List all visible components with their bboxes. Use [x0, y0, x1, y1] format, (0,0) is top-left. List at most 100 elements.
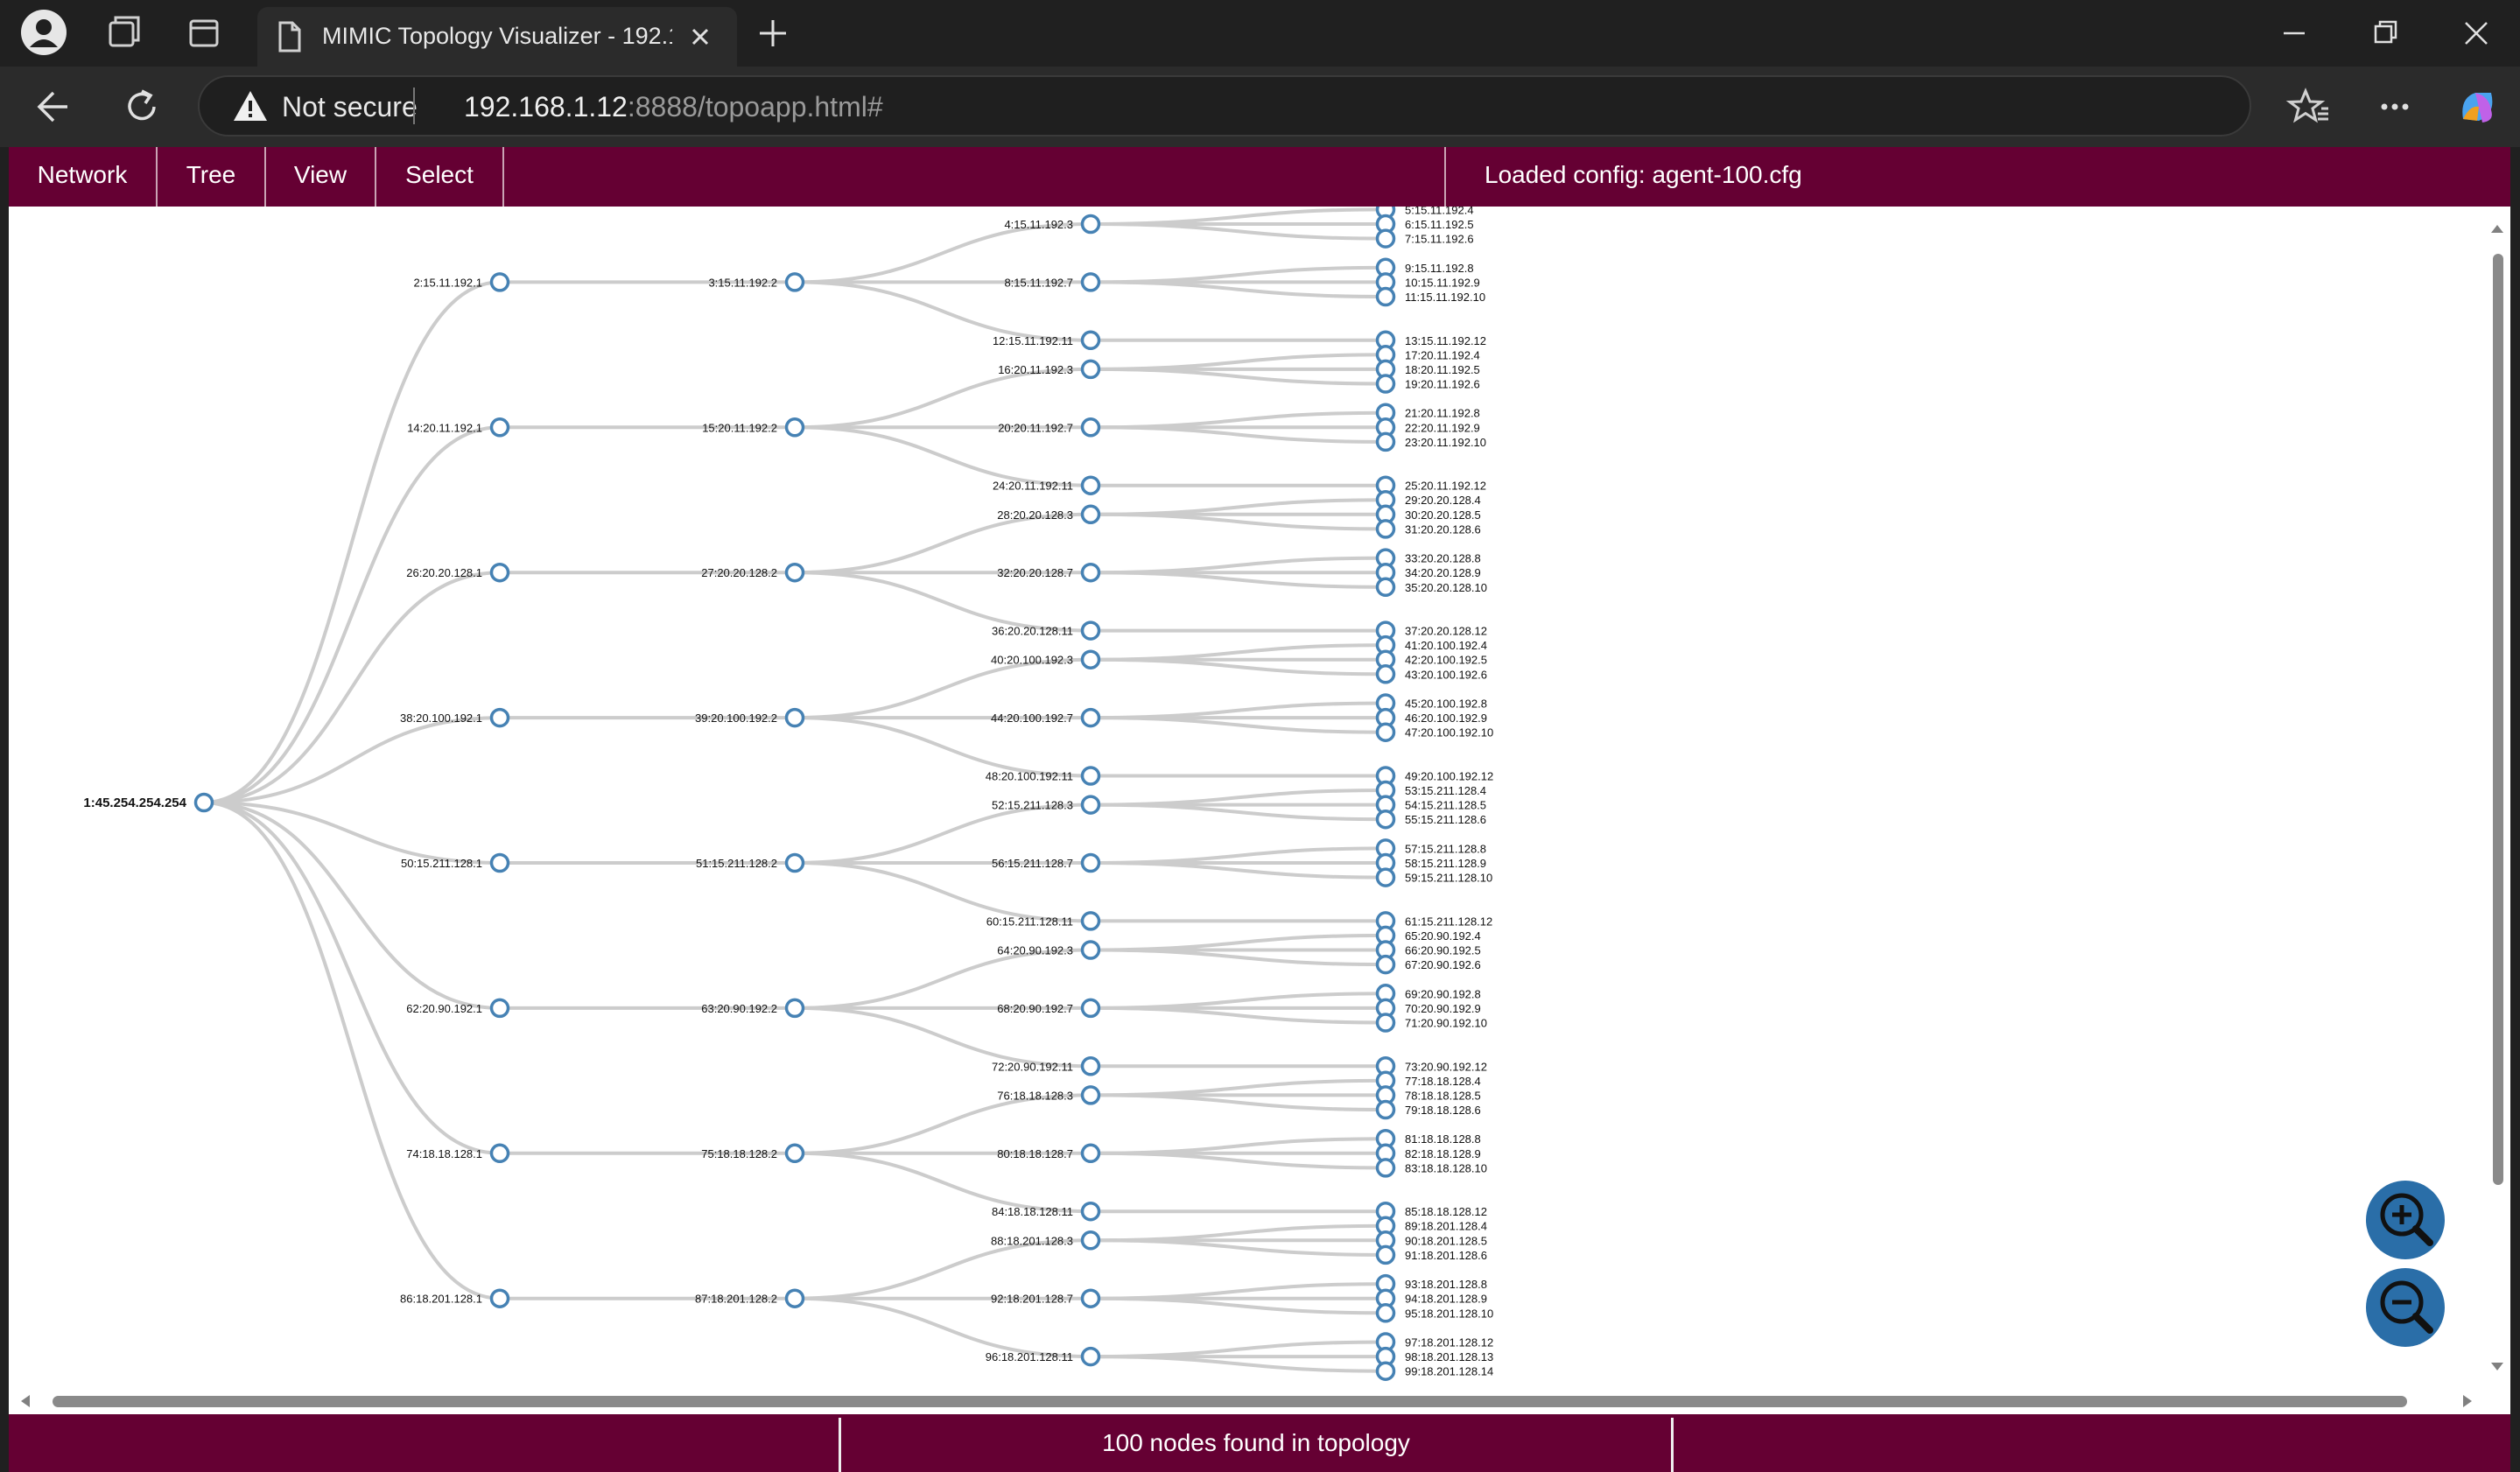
topology-node[interactable]: 28:20.20.128.3	[997, 504, 1101, 525]
menu-view[interactable]: View	[266, 147, 376, 207]
node-circle[interactable]	[1080, 562, 1101, 583]
topology-node[interactable]: 59:15.211.128.10	[1375, 867, 1493, 887]
topology-node[interactable]: 10:15.11.192.9	[1375, 272, 1480, 292]
favorites-icon[interactable]	[2283, 81, 2335, 133]
topology-node[interactable]: 76:18.18.128.3	[997, 1085, 1101, 1105]
topology-node[interactable]: 14:20.11.192.1	[407, 417, 510, 438]
node-circle[interactable]	[1080, 1201, 1101, 1222]
topology-node[interactable]: 66:20.90.192.5	[1375, 940, 1481, 960]
node-circle[interactable]	[1080, 795, 1101, 815]
topology-node[interactable]: 97:18.201.128.12	[1375, 1332, 1494, 1352]
topology-node[interactable]: 50:15.211.128.1	[401, 852, 510, 873]
collections-icon[interactable]	[109, 16, 140, 47]
topology-node[interactable]: 75:18.18.128.2	[701, 1143, 805, 1164]
topology-node[interactable]: 63:20.90.192.2	[701, 998, 805, 1019]
topology-node[interactable]: 12:15.11.192.11	[993, 330, 1101, 351]
topology-canvas[interactable]: 2:15.11.192.1 3:15.11.192.2 4:15.11.192.3 5…	[9, 207, 2510, 1414]
topology-node[interactable]: 34:20.20.128.9	[1375, 562, 1481, 583]
node-circle[interactable]	[1375, 809, 1396, 830]
not-secure-label[interactable]: Not secure	[282, 91, 418, 123]
topology-node[interactable]: 84:18.18.128.11	[992, 1201, 1101, 1222]
topology-node[interactable]: 31:20.20.128.6	[1375, 519, 1481, 539]
node-circle[interactable]	[1375, 577, 1396, 598]
topology-node[interactable]: 2:15.11.192.1	[413, 272, 510, 292]
node-circle[interactable]	[489, 1288, 510, 1308]
warning-icon[interactable]	[231, 88, 270, 126]
node-circle[interactable]	[1080, 504, 1101, 525]
node-circle[interactable]	[1080, 272, 1101, 292]
topology-node[interactable]: 83:18.18.128.10	[1375, 1158, 1487, 1178]
scroll-left-arrow[interactable]	[21, 1395, 30, 1407]
more-options-icon[interactable]	[2369, 81, 2421, 133]
menu-select[interactable]: Select	[376, 147, 504, 207]
topology-tree[interactable]: 2:15.11.192.1 3:15.11.192.2 4:15.11.192.3 5…	[9, 207, 2510, 1414]
topology-node[interactable]: 17:20.11.192.4	[1375, 345, 1480, 365]
topology-node[interactable]: 79:18.18.128.6	[1375, 1099, 1481, 1120]
topology-node[interactable]: 72:20.90.192.11	[992, 1056, 1101, 1076]
topology-node[interactable]: 11:15.11.192.10	[1375, 286, 1486, 307]
topology-node[interactable]: 37:20.20.128.12	[1375, 620, 1487, 641]
node-circle[interactable]	[1080, 766, 1101, 786]
topology-node[interactable]: 43:20.100.192.6	[1375, 664, 1487, 684]
zoom-out-button[interactable]	[2365, 1267, 2446, 1348]
topology-node[interactable]: 15:20.11.192.2	[702, 417, 805, 438]
topology-node[interactable]: 7:15.11.192.6	[1375, 228, 1474, 249]
topology-node[interactable]: 51:15.211.128.2	[696, 852, 805, 873]
topology-node[interactable]: 92:18.201.128.7	[991, 1288, 1101, 1308]
scroll-down-arrow[interactable]	[2491, 1363, 2503, 1370]
topology-node[interactable]: 81:18.18.128.8	[1375, 1128, 1481, 1149]
node-circle[interactable]	[1080, 1056, 1101, 1076]
topology-node[interactable]: 77:18.18.128.4	[1375, 1070, 1481, 1091]
topology-node[interactable]: 47:20.100.192.10	[1375, 722, 1494, 742]
topology-node[interactable]: 64:20.90.192.3	[997, 940, 1101, 960]
node-circle[interactable]	[489, 562, 510, 583]
node-circle[interactable]	[489, 417, 510, 438]
topology-node[interactable]: 93:18.201.128.8	[1375, 1273, 1487, 1294]
profile-icon[interactable]	[21, 10, 67, 55]
topology-node[interactable]: 58:15.211.128.9	[1375, 852, 1487, 873]
topology-node[interactable]: 67:20.90.192.6	[1375, 954, 1481, 975]
topology-node[interactable]: 87:18.201.128.2	[695, 1288, 805, 1308]
topology-node[interactable]: 91:18.201.128.6	[1375, 1244, 1487, 1265]
topology-node[interactable]: 90:18.201.128.5	[1375, 1230, 1487, 1251]
topology-node[interactable]: 78:18.18.128.5	[1375, 1085, 1481, 1105]
tab-actions-icon[interactable]	[189, 19, 219, 47]
topology-node[interactable]: 16:20.11.192.3	[998, 359, 1101, 380]
menu-network[interactable]: Network	[9, 147, 158, 207]
node-circle[interactable]	[489, 1143, 510, 1164]
topology-node[interactable]: 38:20.100.192.1	[400, 707, 510, 728]
topology-node[interactable]: 65:20.90.192.4	[1375, 925, 1481, 946]
topology-node[interactable]: 39:20.100.192.2	[695, 707, 805, 728]
topology-node[interactable]: 9:15.11.192.8	[1375, 257, 1474, 278]
close-window-icon[interactable]	[2454, 11, 2498, 55]
node-circle[interactable]	[1080, 911, 1101, 931]
topology-node[interactable]: 82:18.18.128.9	[1375, 1143, 1481, 1164]
node-circle[interactable]	[1080, 475, 1101, 495]
topology-node[interactable]: 42:20.100.192.5	[1375, 649, 1487, 669]
topology-node[interactable]: 45:20.100.192.8	[1375, 693, 1487, 713]
topology-node[interactable]: 4:15.11.192.3	[1004, 214, 1101, 235]
node-circle[interactable]	[1080, 649, 1101, 669]
node-circle[interactable]	[1080, 330, 1101, 351]
topology-node[interactable]: 24:20.11.192.11	[993, 475, 1101, 495]
zoom-in-button[interactable]	[2365, 1180, 2446, 1260]
topology-node[interactable]: 30:20.20.128.5	[1375, 504, 1481, 525]
topology-node[interactable]: 85:18.18.128.12	[1375, 1201, 1487, 1222]
topology-node[interactable]: 73:20.90.192.12	[1375, 1056, 1487, 1076]
topology-node[interactable]: 57:15.211.128.8	[1375, 838, 1487, 859]
topology-node[interactable]: 3:15.11.192.2	[708, 272, 805, 292]
new-tab-icon[interactable]	[751, 11, 795, 55]
node-circle[interactable]	[489, 998, 510, 1019]
scroll-up-arrow[interactable]	[2491, 225, 2503, 233]
topology-node[interactable]: 89:18.201.128.4	[1375, 1216, 1487, 1236]
node-circle[interactable]	[1080, 417, 1101, 438]
horizontal-scroll-thumb[interactable]	[53, 1396, 2407, 1407]
node-circle[interactable]	[1080, 707, 1101, 728]
browser-tab[interactable]: MIMIC Topology Visualizer - 192.168.1.12	[257, 7, 737, 67]
node-circle[interactable]	[1375, 228, 1396, 249]
topology-node[interactable]: 18:20.11.192.5	[1375, 359, 1480, 380]
topology-node[interactable]: 1:45.254.254.254	[83, 792, 214, 813]
topology-node[interactable]: 44:20.100.192.7	[991, 707, 1101, 728]
copilot-icon[interactable]	[2451, 81, 2503, 133]
topology-node[interactable]: 36:20.20.128.11	[992, 620, 1101, 641]
